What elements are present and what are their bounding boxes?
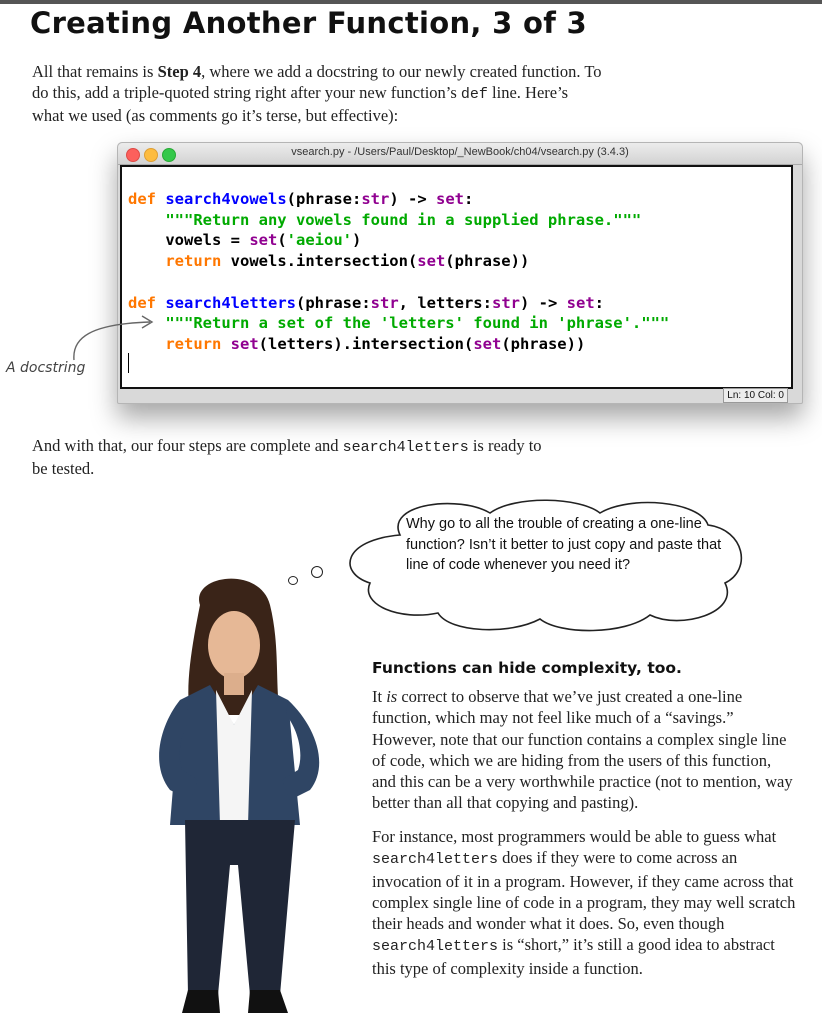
page-title: Creating Another Function, 3 of 3	[30, 6, 588, 40]
step-label: Step 4	[157, 62, 202, 81]
status-bar: Ln: 10 Col: 0	[118, 388, 802, 403]
function-name: search4vowels	[165, 190, 287, 208]
docstring-2: """Return a set of the 'letters' found i…	[165, 314, 670, 333]
code-block: def search4vowels(phrase:str) -> set: ""…	[128, 190, 670, 353]
inline-code: def	[460, 86, 488, 103]
cursor-position: Ln: 10 Col: 0	[723, 388, 788, 403]
function-name: search4letters	[165, 293, 296, 312]
inline-code: search4letters	[372, 938, 499, 956]
docstring-1: """Return any vowels found in a supplied…	[165, 210, 642, 229]
inline-code: search4letters	[342, 439, 469, 456]
docstring-arrow-icon	[73, 315, 154, 361]
answer-paragraph-1: It is correct to observe that we’ve just…	[372, 687, 793, 813]
after-paragraph: And with that, our four steps are comple…	[32, 436, 542, 478]
inline-code: search4letters	[372, 851, 499, 869]
thought-text: Why go to all the trouble of creating a …	[406, 516, 722, 573]
window-titlebar[interactable]: vsearch.py - /Users/Paul/Desktop/_NewBoo…	[118, 143, 802, 165]
answer-paragraph-2: For instance, most programmers would be …	[372, 827, 796, 978]
answer-heading: Functions can hide complexity, too.	[372, 659, 682, 677]
docstring-annotation: A docstring	[6, 360, 86, 376]
intro-paragraph: All that remains is Step 4, where we add…	[32, 62, 602, 125]
idle-editor-window: vsearch.py - /Users/Paul/Desktop/_NewBoo…	[117, 142, 803, 404]
code-editor[interactable]: def search4vowels(phrase:str) -> set: ""…	[120, 165, 793, 389]
woman-illustration-icon	[159, 578, 320, 1013]
window-title: vsearch.py - /Users/Paul/Desktop/_NewBoo…	[291, 146, 629, 158]
top-rule	[0, 0, 822, 4]
